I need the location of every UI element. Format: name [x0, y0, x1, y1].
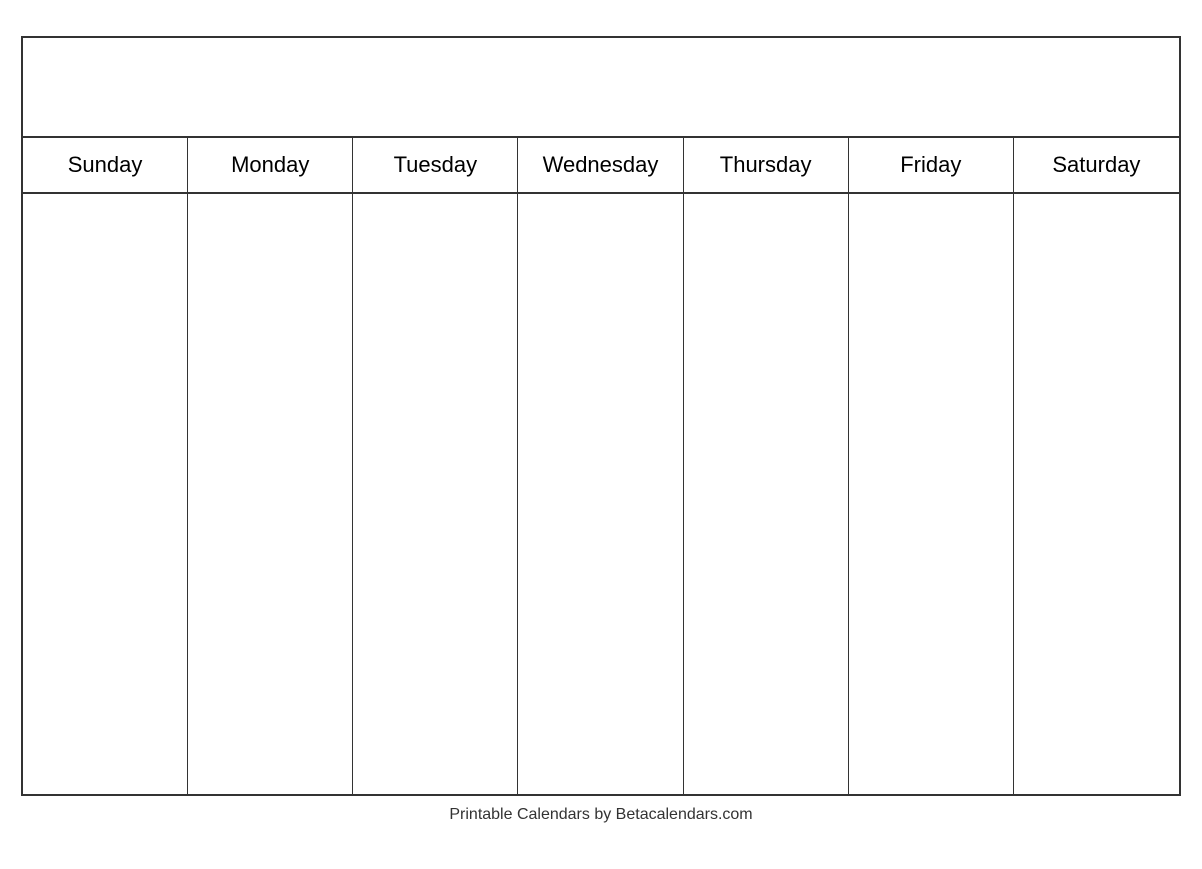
calendar-cell[interactable] [1014, 194, 1179, 314]
day-header-friday: Friday [849, 138, 1014, 192]
day-header-thursday: Thursday [684, 138, 849, 192]
calendar-cell[interactable] [353, 194, 518, 314]
calendar-row-5 [23, 674, 1179, 794]
calendar-cell[interactable] [684, 434, 849, 554]
calendar-cell[interactable] [188, 434, 353, 554]
calendar-cell[interactable] [188, 194, 353, 314]
calendar-cell[interactable] [23, 314, 188, 434]
calendar-cell[interactable] [188, 314, 353, 434]
calendar-cell[interactable] [518, 434, 683, 554]
calendar-cell[interactable] [1014, 314, 1179, 434]
calendar-cell[interactable] [849, 194, 1014, 314]
calendar-title-row [23, 38, 1179, 138]
calendar-cell[interactable] [353, 674, 518, 794]
calendar-cell[interactable] [684, 674, 849, 794]
calendar-cell[interactable] [1014, 434, 1179, 554]
calendar-row-4 [23, 554, 1179, 674]
day-header-wednesday: Wednesday [518, 138, 683, 192]
calendar-cell[interactable] [1014, 554, 1179, 674]
calendar-cell[interactable] [23, 194, 188, 314]
calendar-container: Sunday Monday Tuesday Wednesday Thursday… [21, 36, 1181, 796]
calendar-cell[interactable] [849, 674, 1014, 794]
calendar-cell[interactable] [518, 194, 683, 314]
calendar-cell[interactable] [518, 674, 683, 794]
calendar-cell[interactable] [23, 554, 188, 674]
calendar-cell[interactable] [684, 554, 849, 674]
calendar-cell[interactable] [353, 434, 518, 554]
calendar-cell[interactable] [353, 314, 518, 434]
day-header-tuesday: Tuesday [353, 138, 518, 192]
calendar-cell[interactable] [518, 554, 683, 674]
calendar-row-2 [23, 314, 1179, 434]
calendar-row-1 [23, 194, 1179, 314]
calendar-grid [23, 194, 1179, 794]
calendar-cell[interactable] [188, 554, 353, 674]
calendar-cell[interactable] [353, 554, 518, 674]
calendar-cell[interactable] [849, 314, 1014, 434]
calendar-cell[interactable] [1014, 674, 1179, 794]
calendar-header: Sunday Monday Tuesday Wednesday Thursday… [23, 138, 1179, 194]
calendar-cell[interactable] [849, 554, 1014, 674]
calendar-cell[interactable] [849, 434, 1014, 554]
calendar-cell[interactable] [684, 194, 849, 314]
calendar-cell[interactable] [518, 314, 683, 434]
calendar-footer: Printable Calendars by Betacalendars.com [21, 796, 1181, 834]
day-header-monday: Monday [188, 138, 353, 192]
calendar-row-3 [23, 434, 1179, 554]
calendar-cell[interactable] [684, 314, 849, 434]
day-header-saturday: Saturday [1014, 138, 1179, 192]
calendar-cell[interactable] [23, 434, 188, 554]
calendar-cell[interactable] [23, 674, 188, 794]
day-header-sunday: Sunday [23, 138, 188, 192]
calendar-cell[interactable] [188, 674, 353, 794]
calendar-wrapper: Sunday Monday Tuesday Wednesday Thursday… [21, 36, 1181, 834]
